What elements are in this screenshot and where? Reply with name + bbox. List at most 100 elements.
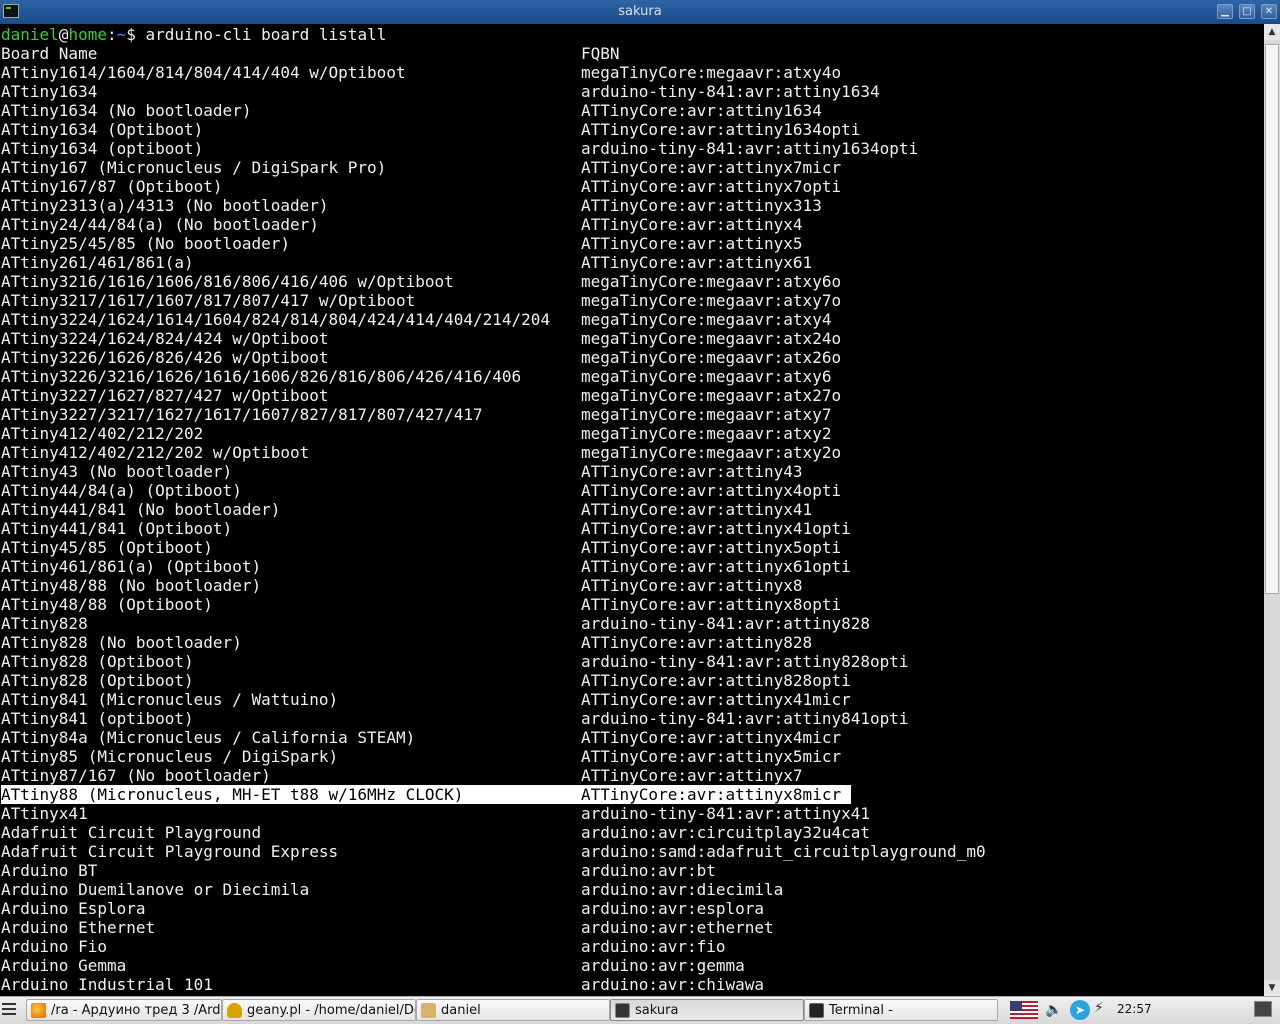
table-row[interactable]: ATtiny841 (Micronucleus / Wattuino) ATTin… xyxy=(1,690,1201,709)
board-name-cell: ATtiny1634 xyxy=(1,82,98,101)
prompt-line: daniel@home:~$ arduino-cli board listall xyxy=(1,25,386,44)
table-row[interactable]: Arduino Industrial 101 arduino:avr:chiwaw… xyxy=(1,975,1201,994)
table-row[interactable]: ATtiny1634 arduino-tiny-841:avr:attiny163… xyxy=(1,82,1201,101)
fqbn-cell: ATTinyCore:avr:attinyx41micr xyxy=(581,690,851,709)
table-row[interactable]: ATtiny3226/3216/1626/1616/1606/826/816/8… xyxy=(1,367,1201,386)
fqbn-cell: arduino:avr:chiwawa xyxy=(581,975,765,994)
fqbn-cell: ATTinyCore:avr:attinyx4 xyxy=(581,215,803,234)
window-title: sakura xyxy=(618,4,662,19)
table-row[interactable]: Adafruit Circuit Playground arduino:avr:c… xyxy=(1,823,1201,842)
table-row[interactable]: ATtiny441/841 (No bootloader) ATTinyCore:… xyxy=(1,500,1201,519)
board-name-cell: Arduino Gemma xyxy=(1,956,127,975)
table-row[interactable]: ATtiny3224/1624/824/424 w/Optiboot megaTi… xyxy=(1,329,1201,348)
volume-icon[interactable]: 🔈 xyxy=(1045,1002,1062,1018)
vertical-scrollbar[interactable]: ▲ ▼ xyxy=(1264,24,1280,996)
table-row[interactable]: ATtiny1634 (Optiboot) ATTinyCore:avr:atti… xyxy=(1,120,1201,139)
table-row[interactable]: ATtiny3227/1627/827/427 w/Optiboot megaTi… xyxy=(1,386,1201,405)
table-row[interactable]: Arduino Duemilanove or Diecimila arduino:… xyxy=(1,880,1201,899)
table-row[interactable]: Arduino Gemma arduino:avr:gemma xyxy=(1,956,1201,975)
table-row[interactable]: ATtiny1634 (optiboot) arduino-tiny-841:av… xyxy=(1,139,1201,158)
table-row[interactable]: ATtiny841 (optiboot) arduino-tiny-841:avr… xyxy=(1,709,1201,728)
board-name-cell: Arduino BT xyxy=(1,861,98,880)
table-row[interactable]: ATtiny167 (Micronucleus / DigiSpark Pro)… xyxy=(1,158,1201,177)
fqbn-cell: megaTinyCore:megaavr:atxy7o xyxy=(581,291,842,310)
fqbn-cell: arduino-tiny-841:avr:attinyx41 xyxy=(581,804,870,823)
table-row[interactable]: ATtiny3226/1626/826/426 w/Optiboot megaTi… xyxy=(1,348,1201,367)
table-row[interactable]: Arduino Fio arduino:avr:fio xyxy=(1,937,1201,956)
table-row[interactable]: ATtiny24/44/84(a) (No bootloader) ATTinyC… xyxy=(1,215,1201,234)
table-row[interactable]: ATtiny461/861(a) (Optiboot) ATTinyCore:av… xyxy=(1,557,1201,576)
table-row[interactable]: ATtiny48/88 (No bootloader) ATTinyCore:av… xyxy=(1,576,1201,595)
board-name-cell: ATtiny3224/1624/824/424 w/Optiboot xyxy=(1,329,329,348)
table-row[interactable]: Arduino BT arduino:avr:bt xyxy=(1,861,1201,880)
table-row[interactable]: ATtiny45/85 (Optiboot) ATTinyCore:avr:att… xyxy=(1,538,1201,557)
table-row[interactable]: ATtiny84a (Micronucleus / California STE… xyxy=(1,728,1201,747)
taskbar-item-firefox[interactable]: /ra - Ардуино тред 3 /Ardui... xyxy=(26,999,222,1021)
taskbar-item-terminal[interactable]: Terminal - xyxy=(804,999,998,1021)
network-icon[interactable]: ⚡ xyxy=(1094,1000,1114,1020)
maximize-button[interactable]: □ xyxy=(1239,4,1255,19)
prompt-dir: ~ xyxy=(116,25,127,44)
table-header: Board Name FQBN xyxy=(1,44,1201,63)
close-button[interactable]: ✕ xyxy=(1261,4,1277,19)
telegram-icon[interactable]: ➤ xyxy=(1070,1000,1090,1020)
minimize-button[interactable]: ▁ xyxy=(1217,4,1233,19)
table-row[interactable]: ATtiny412/402/212/202 megaTinyCore:megaav… xyxy=(1,424,1201,443)
table-row[interactable]: ATtiny3217/1617/1607/817/807/417 w/Optib… xyxy=(1,291,1201,310)
table-row[interactable]: Arduino Ethernet arduino:avr:ethernet xyxy=(1,918,1201,937)
board-name-cell: ATtiny3216/1616/1606/816/806/416/406 w/O… xyxy=(1,272,454,291)
table-row[interactable]: ATtiny44/84(a) (Optiboot) ATTinyCore:avr:… xyxy=(1,481,1201,500)
table-row[interactable]: ATtiny167/87 (Optiboot) ATTinyCore:avr:at… xyxy=(1,177,1201,196)
table-row[interactable]: ATtiny261/461/861(a) ATTinyCore:avr:attin… xyxy=(1,253,1201,272)
fqbn-cell: arduino-tiny-841:avr:attiny828opti xyxy=(581,652,909,671)
table-row[interactable]: ATtiny3224/1624/1614/1604/824/814/804/42… xyxy=(1,310,1201,329)
table-row[interactable]: ATtiny25/45/85 (No bootloader) ATTinyCore… xyxy=(1,234,1201,253)
taskbar-item-folder[interactable]: daniel xyxy=(416,999,610,1021)
table-row[interactable]: ATtiny828 (Optiboot) ATTinyCore:avr:attin… xyxy=(1,671,1201,690)
table-row[interactable]: ATtiny3216/1616/1606/816/806/416/406 w/O… xyxy=(1,272,1201,291)
fqbn-cell: ATTinyCore:avr:attiny43 xyxy=(581,462,803,481)
table-row[interactable]: ATtiny48/88 (Optiboot) ATTinyCore:avr:att… xyxy=(1,595,1201,614)
table-row[interactable]: ATtiny828 arduino-tiny-841:avr:attiny828 xyxy=(1,614,1201,633)
table-row[interactable]: ATtinyx41 arduino-tiny-841:avr:attinyx41 xyxy=(1,804,1201,823)
table-row[interactable]: ATtiny1634 (No bootloader) ATTinyCore:avr… xyxy=(1,101,1201,120)
fqbn-cell: ATTinyCore:avr:attinyx7opti xyxy=(581,177,842,196)
taskbar-item-geany[interactable]: geany.pl - /home/daniel/Do... xyxy=(222,999,416,1021)
terminal-output[interactable]: daniel@home:~$ arduino-cli board listall… xyxy=(0,24,1264,996)
board-name-cell: ATtiny828 (Optiboot) xyxy=(1,652,194,671)
table-row[interactable]: ATtiny828 (Optiboot) arduino-tiny-841:avr… xyxy=(1,652,1201,671)
table-row[interactable]: ATtiny87/167 (No bootloader) ATTinyCore:a… xyxy=(1,766,1201,785)
scroll-up-arrow-icon[interactable]: ▲ xyxy=(1264,24,1280,40)
board-name-cell: ATtiny3227/3217/1627/1617/1607/827/817/8… xyxy=(1,405,483,424)
fqbn-cell: arduino:samd:adafruit_circuitplayground_… xyxy=(581,842,986,861)
menu-icon[interactable] xyxy=(2,1003,16,1017)
fqbn-cell: arduino-tiny-841:avr:attiny1634opti xyxy=(581,139,919,158)
scroll-down-arrow-icon[interactable]: ▼ xyxy=(1264,980,1280,996)
taskbar-item-sakura[interactable]: sakura xyxy=(610,999,804,1021)
table-row[interactable]: Arduino Esplora arduino:avr:esplora xyxy=(1,899,1201,918)
clock[interactable]: 22:57 xyxy=(1117,1002,1152,1016)
board-name-cell: ATtiny841 (optiboot) xyxy=(1,709,194,728)
table-row[interactable]: ATtiny412/402/212/202 w/Optiboot megaTiny… xyxy=(1,443,1201,462)
window-titlebar[interactable]: sakura ▁ □ ✕ xyxy=(0,0,1280,24)
prompt-dollar: $ xyxy=(126,25,136,44)
board-name-cell: ATtinyx41 xyxy=(1,804,88,823)
table-row[interactable]: ATtiny828 (No bootloader) ATTinyCore:avr:… xyxy=(1,633,1201,652)
table-row[interactable]: ATtiny85 (Micronucleus / DigiSpark) ATTin… xyxy=(1,747,1201,766)
fqbn-cell: arduino:avr:bt xyxy=(581,861,716,880)
table-row[interactable]: Adafruit Circuit Playground Express ardui… xyxy=(1,842,1201,861)
board-name-cell: Arduino Duemilanove or Diecimila xyxy=(1,880,310,899)
fqbn-cell: ATTinyCore:avr:attinyx313 xyxy=(581,196,822,215)
table-row[interactable]: ATtiny3227/3217/1627/1617/1607/827/817/8… xyxy=(1,405,1201,424)
table-row[interactable]: ATtiny2313(a)/4313 (No bootloader) ATTiny… xyxy=(1,196,1201,215)
board-name-cell: ATtiny1614/1604/814/804/414/404 w/Optibo… xyxy=(1,63,406,82)
us-flag-icon[interactable] xyxy=(1010,1001,1038,1019)
table-row[interactable]: ATtiny43 (No bootloader) ATTinyCore:avr:a… xyxy=(1,462,1201,481)
header-fqbn: FQBN xyxy=(581,44,620,63)
table-row[interactable]: ATtiny441/841 (Optiboot) ATTinyCore:avr:a… xyxy=(1,519,1201,538)
fqbn-cell: ATTinyCore:avr:attinyx61 xyxy=(581,253,813,272)
table-row[interactable]: ATtiny1614/1604/814/804/414/404 w/Optibo… xyxy=(1,63,1201,82)
screen-icon[interactable] xyxy=(1254,1001,1272,1017)
scrollbar-thumb[interactable] xyxy=(1265,44,1279,594)
table-row-selected[interactable]: ATtiny88 (Micronucleus, MH-ET t88 w/16MH… xyxy=(1,785,1201,804)
